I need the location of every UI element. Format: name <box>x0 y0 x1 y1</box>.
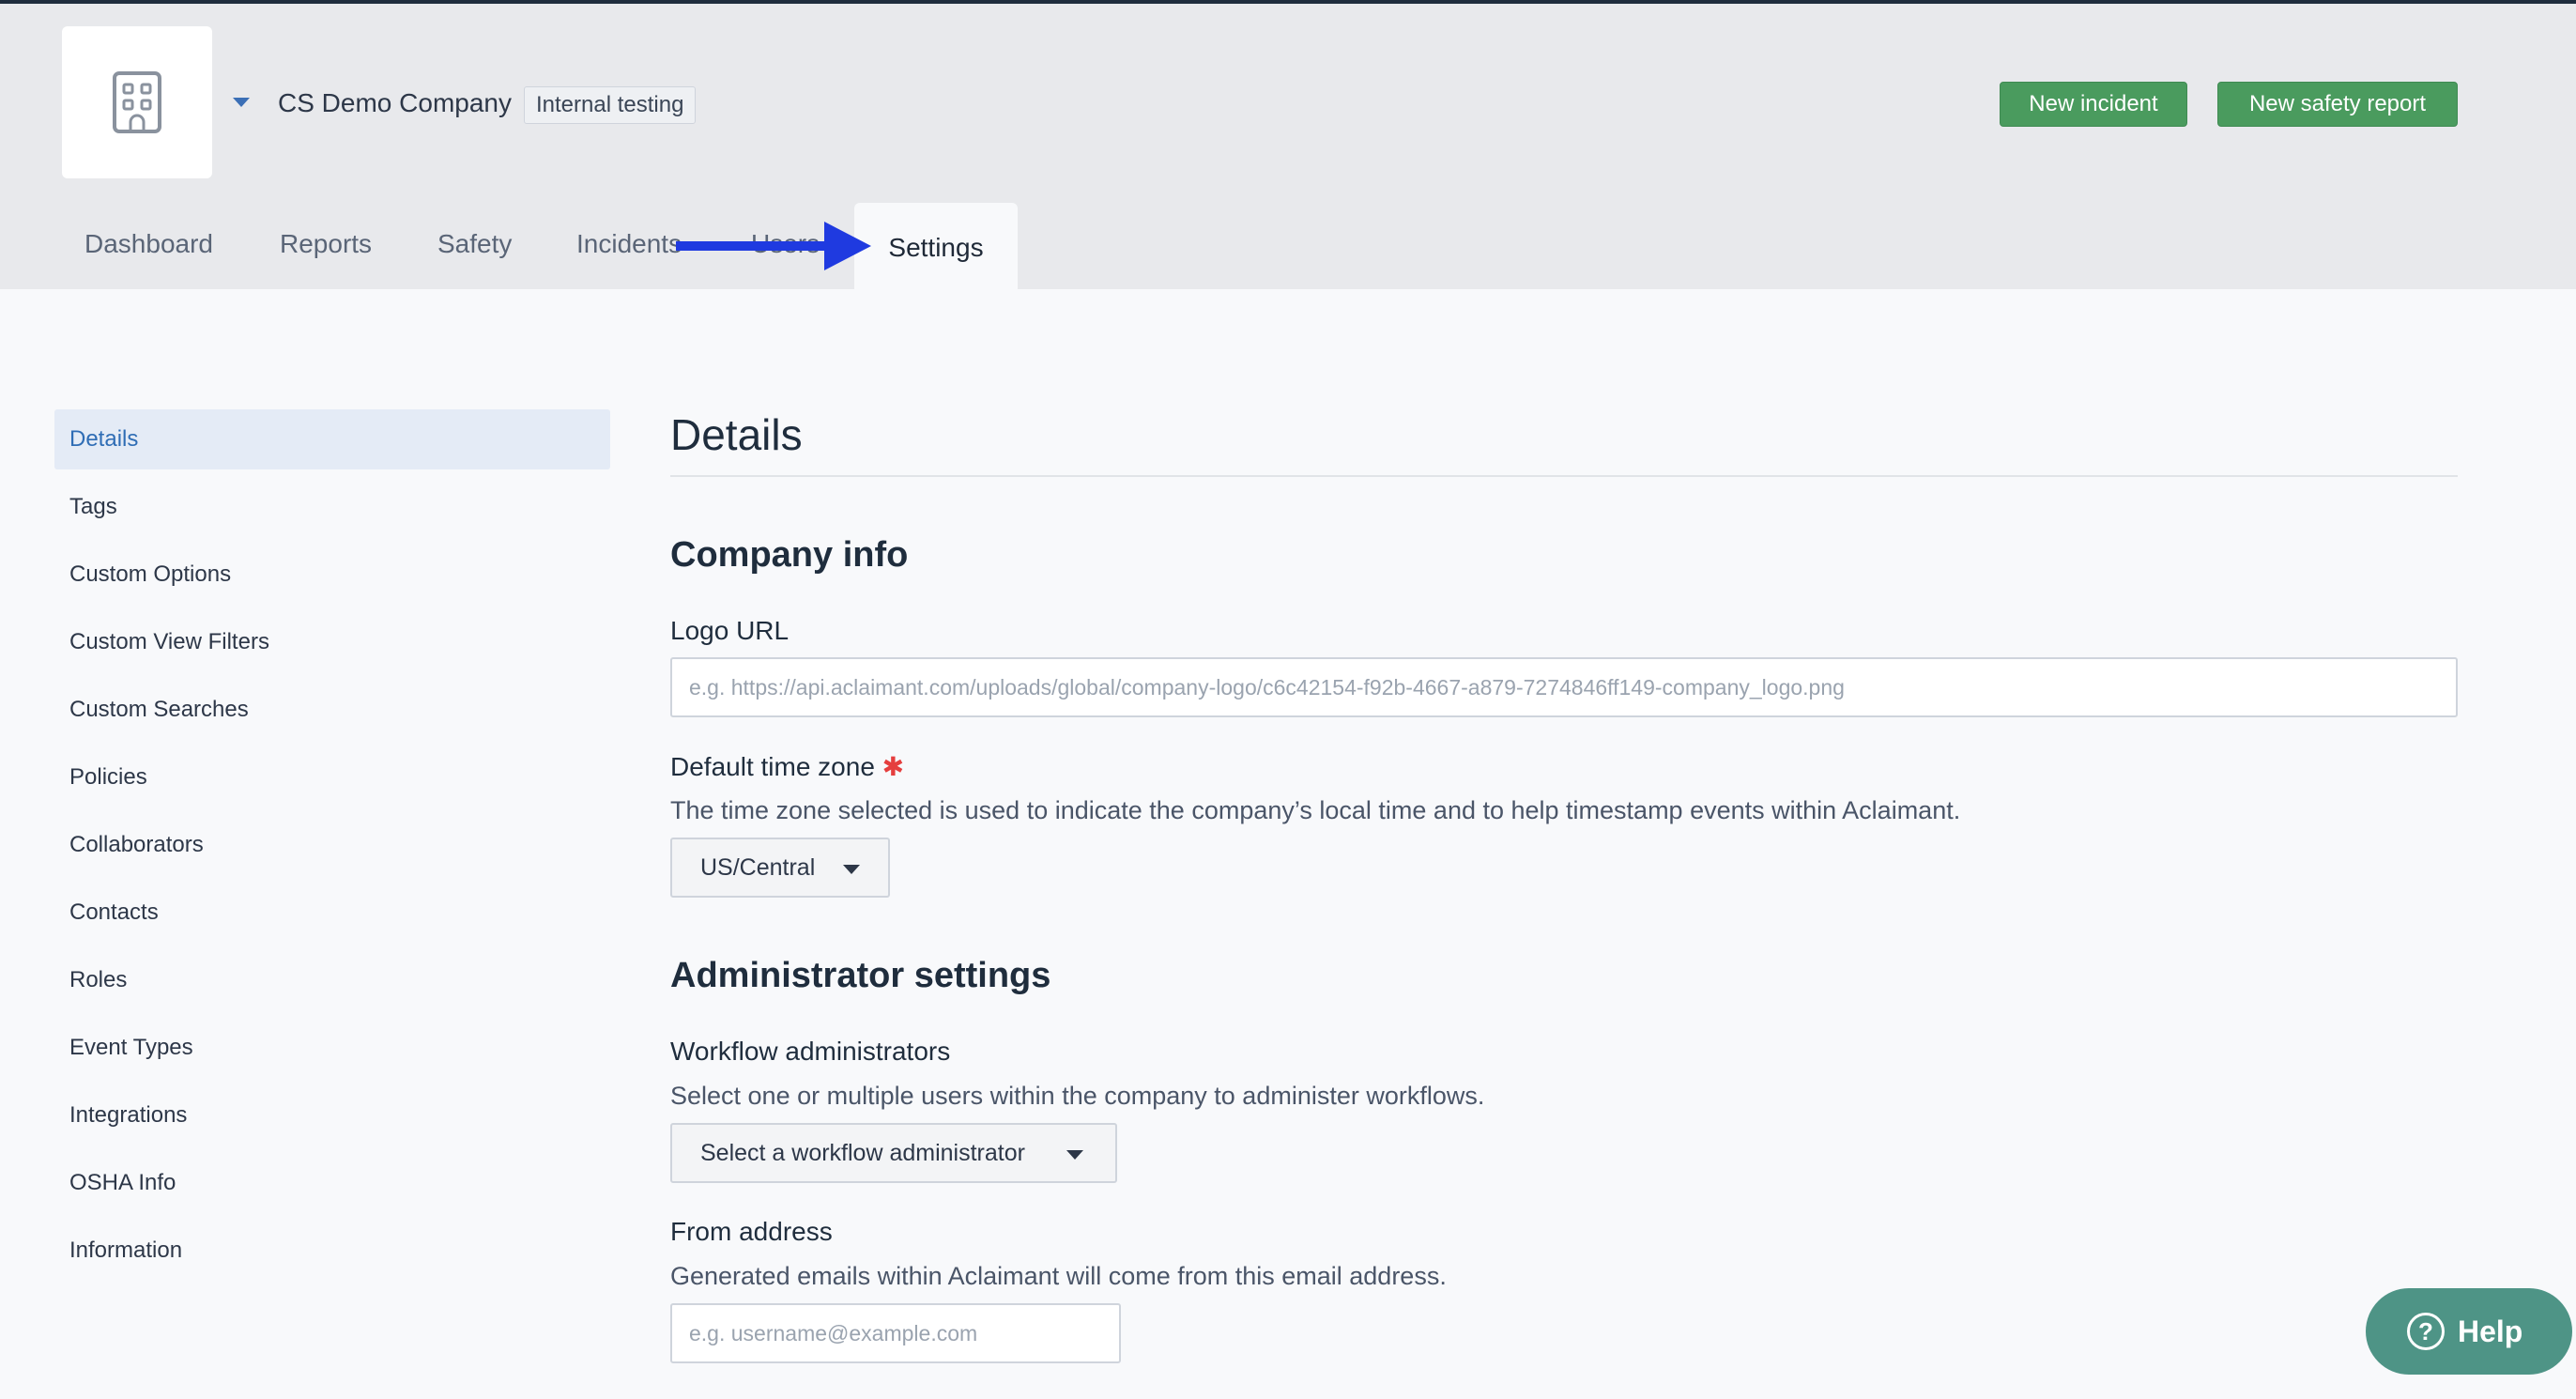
help-button[interactable]: ? Help <box>2366 1288 2572 1375</box>
sidebar-item-roles[interactable]: Roles <box>54 950 610 1010</box>
sidebar-item-information[interactable]: Information <box>54 1221 610 1281</box>
new-incident-button[interactable]: New incident <box>2000 82 2187 127</box>
tab-settings[interactable]: Settings <box>854 203 1018 293</box>
annotation-arrow-icon <box>676 218 873 279</box>
company-logo[interactable] <box>62 26 212 178</box>
app-header: CS Demo Company Internal testing New inc… <box>0 0 2576 293</box>
sidebar-item-custom-options[interactable]: Custom Options <box>54 545 610 605</box>
sidebar-item-collaborators[interactable]: Collaborators <box>54 815 610 875</box>
sidebar-item-event-types[interactable]: Event Types <box>54 1018 610 1078</box>
sidebar-item-details[interactable]: Details <box>54 409 610 469</box>
tab-safety[interactable]: Safety <box>437 229 512 259</box>
tab-incidents[interactable]: Incidents <box>576 229 682 259</box>
new-safety-report-button[interactable]: New safety report <box>2217 82 2458 127</box>
default-time-zone-label: Default time zone ✱ <box>670 751 904 782</box>
chevron-down-icon <box>843 865 860 874</box>
sidebar-item-custom-view-filters[interactable]: Custom View Filters <box>54 612 610 672</box>
sidebar-item-custom-searches[interactable]: Custom Searches <box>54 680 610 740</box>
default-time-zone-label-text: Default time zone <box>670 752 875 781</box>
building-icon <box>113 71 161 133</box>
company-info-heading: Company info <box>670 535 909 575</box>
time-zone-select[interactable]: US/Central <box>670 838 890 898</box>
chevron-down-icon <box>1066 1150 1083 1160</box>
from-address-help-text: Generated emails within Aclaimant will c… <box>670 1262 1447 1290</box>
page-title: Details <box>670 410 803 459</box>
sidebar-item-contacts[interactable]: Contacts <box>54 883 610 943</box>
sidebar-item-policies[interactable]: Policies <box>54 747 610 807</box>
sidebar-item-osha-info[interactable]: OSHA Info <box>54 1153 610 1213</box>
sidebar-item-integrations[interactable]: Integrations <box>54 1085 610 1145</box>
title-divider <box>670 475 2458 477</box>
workflow-administrators-label: Workflow administrators <box>670 1037 951 1066</box>
workflow-administrators-help-text: Select one or multiple users within the … <box>670 1082 1485 1110</box>
from-address-input[interactable] <box>670 1303 1121 1363</box>
workflow-administrator-select-label: Select a workflow administrator <box>700 1140 1025 1166</box>
logo-url-label: Logo URL <box>670 616 790 645</box>
required-asterisk-icon: ✱ <box>882 752 905 781</box>
tab-reports[interactable]: Reports <box>280 229 372 259</box>
from-address-label: From address <box>670 1217 833 1246</box>
company-badge: Internal testing <box>524 86 697 124</box>
question-circle-icon: ? <box>2407 1313 2445 1350</box>
help-label: Help <box>2458 1314 2523 1348</box>
time-zone-value: US/Central <box>700 854 816 881</box>
workflow-administrator-select[interactable]: Select a workflow administrator <box>670 1123 1117 1183</box>
tab-dashboard[interactable]: Dashboard <box>84 229 213 259</box>
company-name[interactable]: CS Demo Company <box>278 88 512 118</box>
sidebar-item-tags[interactable]: Tags <box>54 477 610 537</box>
administrator-settings-heading: Administrator settings <box>670 956 1051 995</box>
company-switcher-caret-icon[interactable] <box>233 98 250 107</box>
time-zone-help-text: The time zone selected is used to indica… <box>670 796 1961 824</box>
logo-url-input[interactable] <box>670 657 2458 717</box>
